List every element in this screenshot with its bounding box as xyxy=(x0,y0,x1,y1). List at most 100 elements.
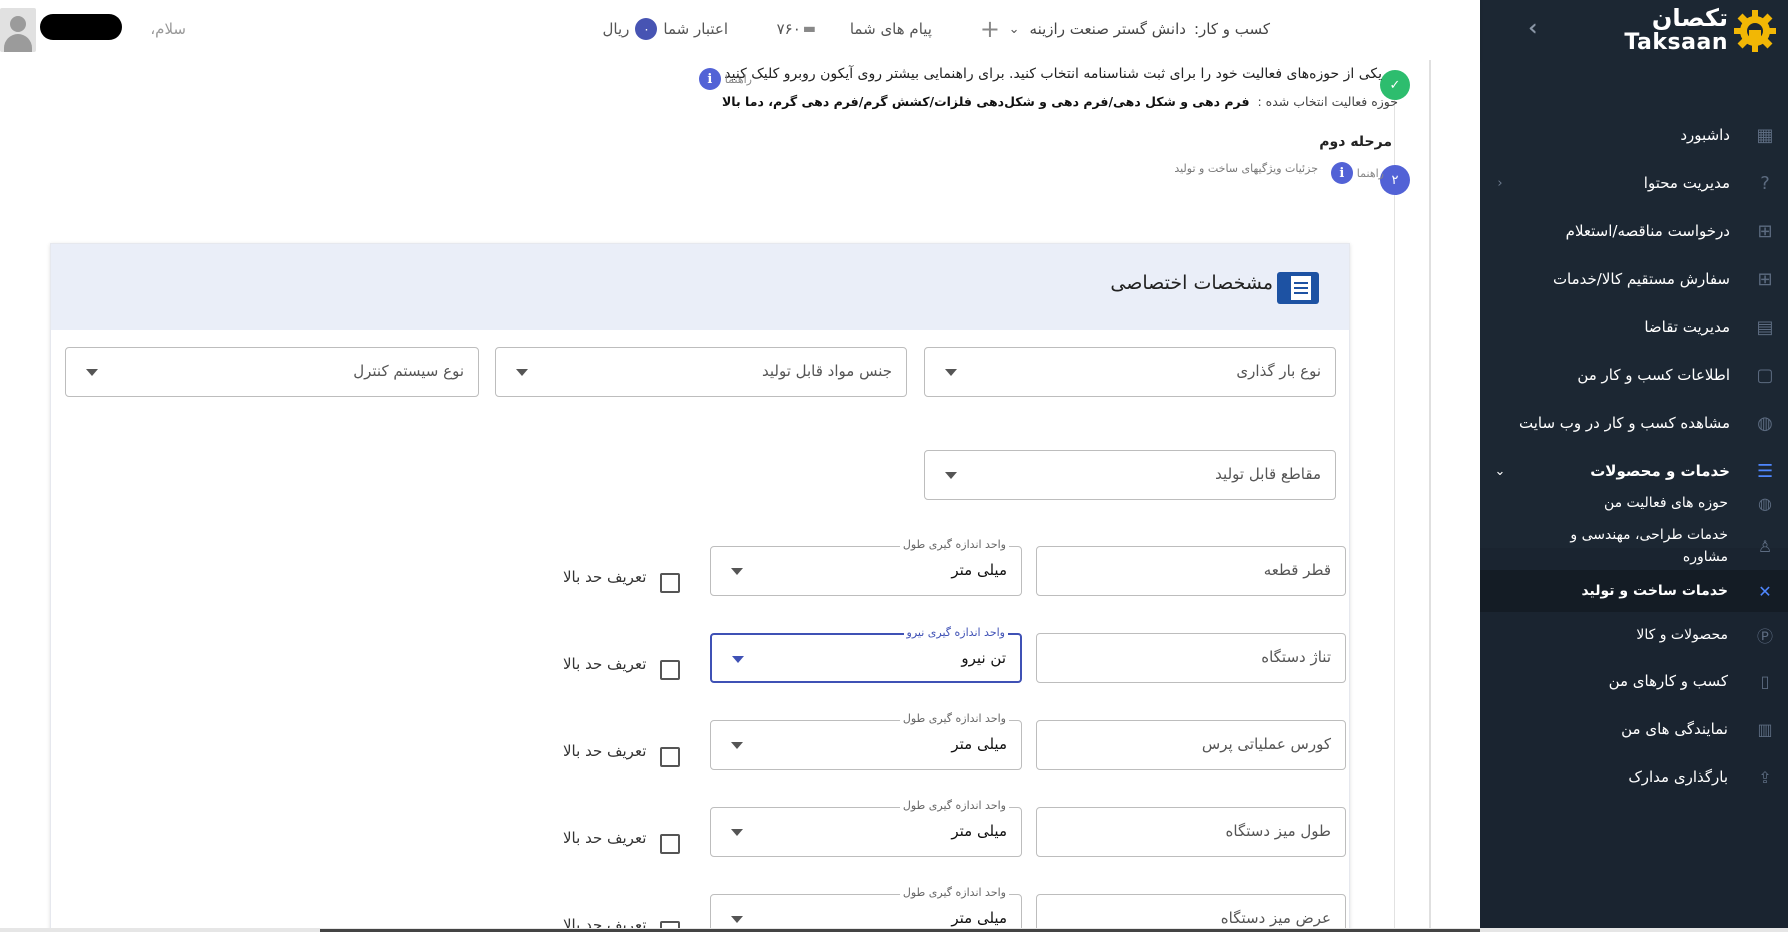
length-unit-select[interactable]: واحد اندازه گیری طول میلی متر xyxy=(710,712,1022,770)
sidebar-item-label: اطلاعات کسب و کار من xyxy=(1577,366,1730,384)
control-system-select[interactable]: نوع سیستم کنترل xyxy=(65,347,479,397)
sidebar-item-label: مشاهده کسب و کار در وب سایت xyxy=(1518,414,1730,432)
step2-guide-link[interactable]: راهنما i xyxy=(1330,162,1384,184)
dropdown-arrow-icon xyxy=(731,829,743,836)
chevron-down-icon: ⌄ xyxy=(1494,463,1506,479)
collapse-sidebar-icon[interactable]: ‹‹ xyxy=(1528,16,1536,41)
step-2-number: ۲ xyxy=(1380,165,1410,195)
upper-limit-checkbox[interactable] xyxy=(660,747,680,767)
sidebar-item-services-products[interactable]: ☰ خدمات و محصولات ⌄ xyxy=(1480,447,1788,495)
dropdown-arrow-icon xyxy=(731,742,743,749)
sidebar-subitem-manufacturing-services[interactable]: ✕ خدمات ساخت و تولید xyxy=(1480,570,1788,612)
loading-type-select[interactable]: نوع بار گذاری xyxy=(924,347,1336,397)
sidebar-item-upload-documents[interactable]: ⇪ بارگذاری مدارک xyxy=(1480,764,1788,790)
office-icon: ▥ xyxy=(1757,719,1773,739)
selected-area-value: فرم دهی و شکل دهی/فرم دهی و شکل‌دهی فلزا… xyxy=(721,94,1250,109)
floating-label: واحد اندازه گیری نیرو xyxy=(903,626,1008,639)
logo-text-en: Taksaan xyxy=(1624,30,1728,55)
chat-icon: ▬ xyxy=(802,21,816,37)
step1-selected-area: حوزه فعالیت انتخاب شده : فرم دهی و شکل د… xyxy=(722,94,1398,109)
sidebar-item-content-management[interactable]: ? مدیریت محتوا ‹ xyxy=(1480,159,1788,207)
material-type-select[interactable]: جنس مواد قابل تولید xyxy=(495,347,907,397)
step1-guide-link[interactable]: راهنما i xyxy=(698,68,752,90)
floating-label: واحد اندازه گیری طول xyxy=(899,886,1009,899)
length-unit-select[interactable]: واحد اندازه گیری طول میلی متر xyxy=(710,799,1022,857)
select-placeholder: مقاطع قابل تولید xyxy=(1215,465,1321,483)
product-icon: Ⓟ xyxy=(1757,627,1774,646)
guide-label: راهنما xyxy=(724,72,752,86)
business-label: کسب و کار: xyxy=(1193,20,1270,38)
sidebar-item-direct-order[interactable]: ⊞ سفارش مستقیم کالا/خدمات xyxy=(1480,255,1788,303)
selected-area-prefix: حوزه فعالیت انتخاب شده : xyxy=(1257,94,1399,109)
upload-icon: ⇪ xyxy=(1758,767,1772,787)
press-stroke-input[interactable]: کورس عملیاتی پرس xyxy=(1036,720,1346,770)
field-placeholder: تناژ دستگاه xyxy=(1261,648,1331,666)
messages-count[interactable]: ▬ ۷۶۰ xyxy=(777,0,816,58)
document-list-icon xyxy=(1277,272,1319,304)
topbar: کسب و کار: دانش گستر صنعت رازینه ⌄ + پیا… xyxy=(0,0,1480,60)
length-unit-select[interactable]: واحد اندازه گیری طول میلی متر xyxy=(710,538,1022,596)
table-width-input[interactable]: عرض میز دستگاه xyxy=(1036,894,1346,932)
sidebar-item-my-agencies[interactable]: ▥ نمایندگی های من xyxy=(1480,716,1788,742)
sidebar-item-label: درخواست مناقصه/استعلام xyxy=(1565,222,1730,240)
sidebar-item-view-on-website[interactable]: ◍ مشاهده کسب و کار در وب سایت xyxy=(1480,399,1788,447)
dashboard-icon: ▦ xyxy=(1756,124,1774,146)
info-icon[interactable]: i xyxy=(698,68,721,90)
avatar[interactable] xyxy=(0,8,36,52)
sidebar-item-tender-request[interactable]: ⊞ درخواست مناقصه/استعلام xyxy=(1480,207,1788,255)
part-diameter-input[interactable]: قطر قطعه xyxy=(1036,546,1346,596)
business-selector[interactable]: کسب و کار: دانش گستر صنعت رازینه ⌄ xyxy=(1009,0,1270,58)
building-icon: ▯ xyxy=(1760,671,1770,691)
field-placeholder: کورس عملیاتی پرس xyxy=(1201,735,1331,753)
upper-limit-label: تعریف حد بالا xyxy=(563,568,647,586)
sidebar-subitem-design-services[interactable]: ♙ خدمات طراحی، مهندسی و مشاوره xyxy=(1480,524,1788,568)
select-placeholder: جنس مواد قابل تولید xyxy=(761,362,892,380)
dropdown-arrow-icon xyxy=(731,568,743,575)
content-gutter xyxy=(1430,60,1480,932)
sidebar-subitem-activity-areas[interactable]: ◍ حوزه های فعالیت من xyxy=(1480,490,1788,516)
machine-tonnage-input[interactable]: تناژ دستگاه xyxy=(1036,633,1346,683)
guide-label: راهنما xyxy=(1356,166,1384,180)
help-circle-icon: ? xyxy=(1760,172,1770,194)
floating-label: واحد اندازه گیری طول xyxy=(899,538,1009,551)
length-unit-select[interactable]: واحد اندازه گیری طول میلی متر xyxy=(710,886,1022,932)
sidebar-subitem-products[interactable]: Ⓟ محصولات و کالا xyxy=(1480,622,1788,648)
credit-label: اعتبار شما xyxy=(663,20,728,38)
sidebar-subitem-label: خدمات ساخت و تولید xyxy=(1581,583,1728,599)
upper-limit-label: تعریف حد بالا xyxy=(563,655,647,673)
upper-limit-checkbox[interactable] xyxy=(660,834,680,854)
credit-display[interactable]: اعتبار شما ۰ ریال xyxy=(603,0,728,58)
messages-link[interactable]: پیام های شما xyxy=(850,0,932,58)
select-placeholder: نوع بار گذاری xyxy=(1236,362,1321,380)
sidebar-item-my-businesses[interactable]: ▯ کسب و کارهای من xyxy=(1480,668,1788,694)
credit-unit: ریال xyxy=(602,20,630,38)
producible-sections-select[interactable]: مقاطع قابل تولید xyxy=(924,450,1336,500)
selected-unit: تن نیرو xyxy=(961,649,1006,667)
card-title: مشخصات اختصاصی xyxy=(1110,272,1273,294)
sidebar-item-demand-management[interactable]: ▤ مدیریت تقاضا xyxy=(1480,303,1788,351)
sidebar-subitem-label: خدمات طراحی، مهندسی و مشاوره xyxy=(1570,527,1728,565)
logo[interactable]: تکصان Taksaan xyxy=(1616,0,1788,60)
sidebar-item-dashboard[interactable]: ▦ داشبورد xyxy=(1480,111,1788,159)
upper-limit-checkbox[interactable] xyxy=(660,660,680,680)
sidebar-subitem-label: کسب و کارهای من xyxy=(1608,672,1728,690)
sidebar-item-business-info[interactable]: ▢ اطلاعات کسب و کار من xyxy=(1480,351,1788,399)
sidebar-subitem-label: بارگذاری مدارک xyxy=(1628,768,1728,786)
upper-limit-checkbox[interactable] xyxy=(660,573,680,593)
messages-count-value: ۷۶۰ xyxy=(776,20,801,38)
add-button[interactable]: + xyxy=(980,0,1000,58)
credit-value: ۰ xyxy=(635,18,658,40)
dropdown-arrow-icon xyxy=(732,656,744,663)
selected-unit: میلی متر xyxy=(951,909,1007,927)
dropdown-arrow-icon xyxy=(516,369,528,376)
upper-limit-label: تعریف حد بالا xyxy=(563,829,647,847)
chevron-down-icon: ⌄ xyxy=(1008,21,1020,37)
messages-label: پیام های شما xyxy=(849,20,932,38)
info-icon[interactable]: i xyxy=(1330,162,1353,184)
sidebar-item-label: مدیریت محتوا xyxy=(1643,174,1730,192)
gear-logo-icon xyxy=(1734,10,1776,52)
horizontal-scrollbar[interactable] xyxy=(0,928,1788,932)
table-length-input[interactable]: طول میز دستگاه xyxy=(1036,807,1346,857)
force-unit-select[interactable]: واحد اندازه گیری نیرو تن نیرو xyxy=(710,626,1022,683)
dropdown-arrow-icon xyxy=(945,369,957,376)
